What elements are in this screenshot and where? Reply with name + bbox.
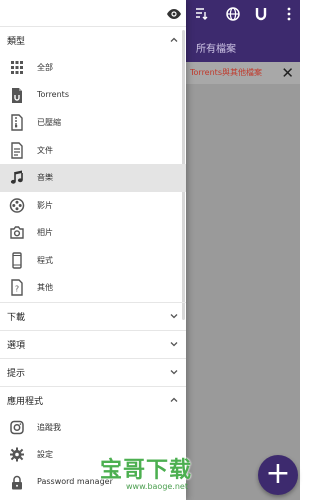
section-downloads[interactable]: 下載 [0,301,186,330]
chevron-down-icon [170,313,178,318]
section-title: 類型 [7,37,26,47]
sort-icon[interactable] [190,6,212,28]
watermark-url: www.baoge.net [126,482,188,491]
section-applications[interactable]: 應用程式 [0,385,186,414]
item-label: 其他 [37,283,53,292]
item-label: 相片 [37,228,53,237]
chevron-up-icon [170,37,178,42]
grid-icon [11,61,23,74]
zip-file-icon [11,114,23,131]
lock-icon [12,475,22,489]
close-icon[interactable]: ✕ [281,64,294,82]
item-label: 程式 [37,255,53,265]
banner-text: Torrents與其他檔案 [190,68,262,77]
item-label: 影片 [37,200,53,210]
item-label: 設定 [37,450,53,459]
category-item-other[interactable]: ? 其他 [0,274,186,302]
category-item-all[interactable]: 全部 [0,54,186,82]
section-categories[interactable]: 類型 [0,26,186,54]
navigation-drawer: 類型 全部 Torrents 已壓縮 文件 音樂 影片 相片 程式 ? 其他 下… [0,0,186,500]
watermark-title: 宝哥下载 [100,458,193,483]
add-button[interactable]: + [258,455,298,495]
category-item-torrents[interactable]: Torrents [0,82,186,110]
document-icon [11,141,23,159]
chevron-down-icon [170,369,178,374]
globe-icon[interactable] [222,6,244,28]
instagram-icon [10,420,24,434]
section-options[interactable]: 選項 [0,329,186,358]
category-item-apps[interactable]: 程式 [0,247,186,275]
section-title: 選項 [7,340,26,351]
unknown-file-icon: ? [11,279,23,296]
item-label: 全部 [37,63,53,72]
more-icon[interactable] [278,6,300,28]
category-item-documents[interactable]: 文件 [0,137,186,165]
item-label: 已壓縮 [37,118,61,127]
toolbar-title: 所有檔案 [196,44,236,55]
item-label: 音樂 [37,173,53,182]
gear-icon [10,447,24,462]
item-label: 追蹤我 [37,422,61,432]
torrent-file-icon [12,87,22,103]
section-title: 下載 [7,312,26,323]
toolbar-actions [188,6,300,28]
eye-icon[interactable] [166,6,182,20]
phone-icon [12,251,22,269]
chevron-down-icon [170,341,178,346]
film-reel-icon [9,197,25,213]
music-note-icon [10,170,23,184]
category-item-compressed[interactable]: 已壓縮 [0,109,186,137]
section-title: 應用程式 [7,396,44,407]
item-label: 文件 [37,145,53,155]
category-item-videos[interactable]: 影片 [0,192,186,220]
category-item-photos[interactable]: 相片 [0,219,186,247]
chevron-up-icon [170,397,178,402]
item-label: Torrents [37,89,69,99]
section-tips[interactable]: 提示 [0,357,186,386]
svg-text:?: ? [15,285,19,294]
magnet-icon[interactable] [250,6,272,28]
info-banner: Torrents與其他檔案 ✕ [186,62,300,84]
app-item-follow-me[interactable]: 追蹤我 [0,414,186,442]
photo-icon [10,226,24,239]
drawer-top [0,0,186,26]
watermark: 宝哥下载 www.baoge.net [96,452,206,498]
category-item-music[interactable]: 音樂 [0,164,186,192]
section-title: 提示 [7,368,26,379]
